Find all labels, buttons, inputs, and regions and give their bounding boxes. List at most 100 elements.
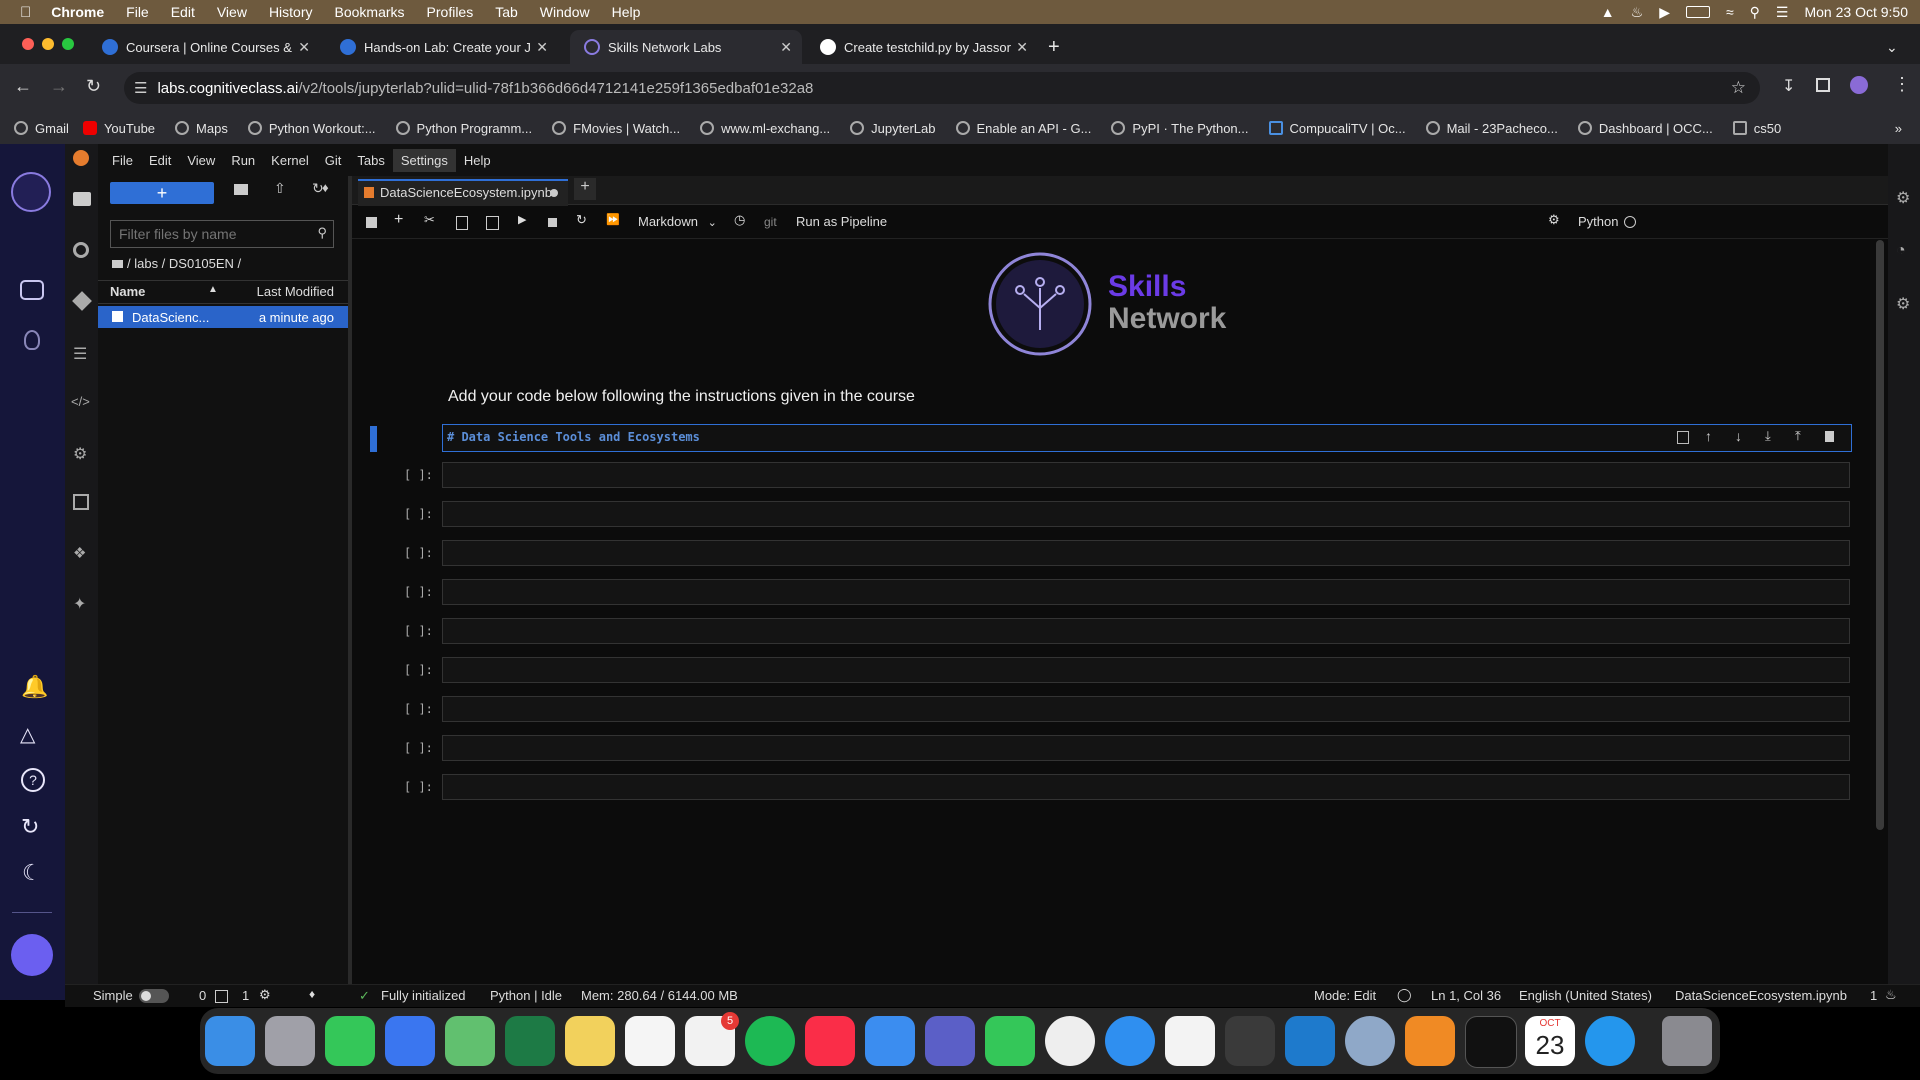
empty-code-cell[interactable] [442,657,1850,683]
calendar-icon[interactable]: OCT 23 [1525,1016,1575,1066]
menubar-window[interactable]: Window [540,4,590,20]
close-icon[interactable]: ✕ [780,39,792,56]
bookmark-youtube[interactable]: YouTube [82,121,155,136]
battery-icon[interactable] [1685,6,1710,18]
bookmark-mail[interactable]: Mail - 23Pacheco... [1425,121,1558,136]
terminal-app-icon[interactable] [1465,1016,1517,1068]
move-up-arrow-icon[interactable]: ↑ [1705,428,1712,444]
simple-mode-toggle[interactable] [139,989,169,1003]
active-cell-collapser[interactable] [370,426,377,452]
property-inspector-icon[interactable]: ⚙ [1896,188,1910,208]
jupyter-menu-run[interactable]: Run [223,149,263,172]
save-icon[interactable] [366,217,377,228]
sort-ascending-icon[interactable]: ▲ [208,284,218,295]
trusted-shield-icon[interactable]: ◯ [1397,987,1412,1003]
insert-above-icon[interactable]: ⤓ [1765,428,1771,444]
column-header-last-modified[interactable]: Last Modified [257,284,334,299]
tab-hands-on-lab[interactable]: Hands-on Lab: Create your J ✕ [326,30,558,64]
bookmark-maps[interactable]: Maps [175,121,228,136]
mail-icon[interactable] [865,1016,915,1066]
skills-network-logo-icon[interactable] [11,172,51,212]
r-studio-icon[interactable] [1345,1016,1395,1066]
bluetooth-icon[interactable]: ▲ [1601,4,1615,20]
running-kernels-icon[interactable] [73,242,89,258]
menubar-view[interactable]: View [217,4,247,20]
close-icon[interactable]: ✕ [298,39,310,56]
sublime-text-icon[interactable] [1225,1016,1275,1066]
jupyter-menu-edit[interactable]: Edit [141,149,179,172]
bookmark-compucalitv[interactable]: CompucaliTV | Oc... [1268,121,1406,136]
lightbulb-icon[interactable] [24,330,40,350]
teams-icon[interactable] [925,1016,975,1066]
vscode-icon[interactable] [1285,1016,1335,1066]
excel-icon[interactable] [505,1016,555,1066]
upload-icon[interactable]: ⇧ [274,180,286,197]
chrome-icon[interactable] [1045,1016,1095,1066]
cut-scissors-icon[interactable]: ✂ [424,212,435,228]
bookmark-python-programming[interactable]: Python Programm... [395,121,532,136]
cell-type-dropdown[interactable]: Markdown ⌄ [638,214,717,229]
user-avatar-icon[interactable] [11,934,53,976]
empty-code-cell[interactable] [442,735,1850,761]
empty-code-cell[interactable] [442,540,1850,566]
notification-bell-icon[interactable]: 🔔 [21,674,48,700]
messages-icon[interactable] [325,1016,375,1066]
jupyter-menu-git[interactable]: Git [317,149,350,172]
new-launcher-button[interactable]: + [110,182,214,204]
tab-search-chevron-icon[interactable]: ⌄ [1886,30,1898,64]
launchpad-icon[interactable] [265,1016,315,1066]
empty-code-cell[interactable] [442,618,1850,644]
interrupt-stop-icon[interactable] [548,218,557,227]
file-row[interactable]: DataScienc... a minute ago [98,306,348,328]
move-down-arrow-icon[interactable]: ↓ [1735,428,1742,444]
paste-clipboard-icon[interactable] [486,216,499,230]
kernel-name-button[interactable]: Python [1578,214,1618,229]
restart-run-all-fast-forward-icon[interactable]: ⏩ [606,213,620,226]
active-markdown-cell[interactable]: # Data Science Tools and Ecosystems ↑ ↓ … [442,424,1852,452]
bookmark-gmail[interactable]: Gmail [14,121,69,136]
notes-icon[interactable] [565,1016,615,1066]
safari-icon[interactable] [1105,1016,1155,1066]
bookmark-star-icon[interactable]: ☆ [1731,78,1746,98]
notion-icon[interactable] [625,1016,675,1066]
close-icon[interactable]: ✕ [536,39,548,56]
terminals-count[interactable]: 0 [199,988,206,1003]
menubar-app-name[interactable]: Chrome [51,4,104,20]
jupyter-menu-kernel[interactable]: Kernel [263,149,317,172]
file-filter-input[interactable] [111,221,311,247]
jupyter-menu-view[interactable]: View [179,149,223,172]
kernel-status-text[interactable]: Python | Idle [490,988,562,1003]
empty-code-cell[interactable] [442,696,1850,722]
insert-cell-plus-icon[interactable]: + [394,211,403,229]
git-diff-label[interactable]: git [764,215,777,229]
empty-code-cell[interactable] [442,462,1850,488]
window-close-button[interactable] [22,38,34,50]
run-cell-play-icon[interactable]: ▶ [518,213,526,226]
menubar-file[interactable]: File [126,4,149,20]
new-document-tab-button[interactable]: + [574,178,596,200]
git-icon[interactable] [72,291,92,311]
maps-icon[interactable] [445,1016,495,1066]
bookmark-folder-cs50[interactable]: cs50 [1732,121,1781,136]
site-info-icon[interactable]: ☰ [134,79,147,97]
signal-icon[interactable] [385,1016,435,1066]
play-icon[interactable]: ▶ [1659,4,1670,21]
apple-icon[interactable]:  [20,4,31,21]
jupyter-menu-file[interactable]: File [104,149,141,172]
root-folder-icon[interactable] [112,260,123,268]
dark-mode-moon-icon[interactable]: ☾ [22,860,42,886]
jupyter-menu-help[interactable]: Help [456,149,499,172]
breadcrumb-path[interactable]: / labs / DS0105EN / [127,256,241,271]
menubar-help[interactable]: Help [612,4,641,20]
notification-bell-icon[interactable]: ♨ [1885,987,1897,1003]
volume-icon[interactable]: ♨ [1631,4,1644,21]
restart-kernel-icon[interactable]: ↻ [576,212,587,228]
close-icon[interactable]: ✕ [1016,39,1028,56]
notification-count[interactable]: 1 [1870,988,1877,1003]
bookmark-python-workout[interactable]: Python Workout:... [247,121,376,136]
forward-arrow-icon[interactable]: → [50,76,68,97]
chat-icon[interactable] [20,280,44,300]
window-zoom-button[interactable] [62,38,74,50]
tab-skills-network-labs[interactable]: Skills Network Labs ✕ [570,30,802,64]
empty-code-cell[interactable] [442,579,1850,605]
